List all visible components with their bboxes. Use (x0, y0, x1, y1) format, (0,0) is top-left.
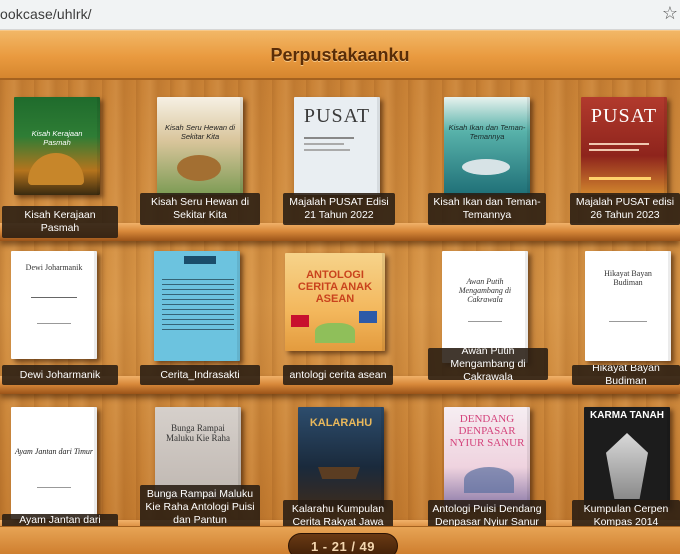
book-cover[interactable]: KARMA TANAH (584, 407, 670, 507)
book-cover-title: Kisah Kerajaan Pasmah (31, 129, 83, 147)
book-caption[interactable]: Hikayat Bayan Budiman (572, 365, 680, 385)
book-caption[interactable]: Bunga Rampai Maluku Kie Raha Antologi Pu… (140, 485, 260, 528)
book-item[interactable]: PUSAT (581, 97, 667, 195)
url-text[interactable]: ookcase/uhlrk/ (0, 6, 92, 22)
book-cover-title: PUSAT (303, 105, 371, 127)
book-caption[interactable]: Antologi Puisi Dendang Denpasar Nyiur Sa… (428, 500, 546, 528)
book-item[interactable] (154, 251, 240, 361)
book-item[interactable]: KARMA TANAH (584, 407, 670, 507)
book-cover-title: KARMA TANAH (590, 410, 664, 421)
book-cover[interactable]: PUSAT (294, 97, 380, 195)
book-cover-title: Kisah Seru Hewan di Sekitar Kita (164, 123, 236, 141)
book-cover[interactable]: ANTOLOGI CERITA ANAK ASEAN (285, 253, 385, 351)
book-item[interactable]: Kisah Kerajaan Pasmah (14, 97, 100, 195)
book-item[interactable]: DENDANG DENPASAR NYIUR SANUR (444, 407, 530, 507)
bookmark-star-icon[interactable]: ☆ (662, 3, 678, 23)
book-cover[interactable]: Hikayat Bayan Budiman (585, 251, 671, 361)
book-item[interactable]: Ayam Jantan dari Timur (11, 407, 97, 519)
book-cover[interactable]: DENDANG DENPASAR NYIUR SANUR (444, 407, 530, 507)
book-cover-title: DENDANG DENPASAR NYIUR SANUR (449, 413, 525, 449)
footer-bar: 1 - 21 / 49 (0, 526, 680, 554)
shelf-row-1: Kisah Kerajaan Pasmah Kisah Kerajaan Pas… (0, 80, 680, 241)
shelf-row-3: Ayam Jantan dari Timur Ayam Jantan dari … (0, 390, 680, 545)
book-cover-title: ANTOLOGI CERITA ANAK ASEAN (297, 269, 373, 305)
book-caption[interactable]: antologi cerita asean (283, 365, 393, 385)
book-cover-title: Awan Putih Mengambang di Cakrawala (458, 277, 512, 304)
browser-address-bar[interactable]: ookcase/uhlrk/ ☆ (0, 0, 680, 30)
book-caption[interactable]: Majalah PUSAT Edisi 21 Tahun 2022 (283, 193, 395, 225)
pagination-label: 1 - 21 / 49 (310, 539, 376, 554)
book-cover[interactable] (154, 251, 240, 361)
book-cover[interactable]: Awan Putih Mengambang di Cakrawala (442, 251, 528, 363)
book-cover[interactable]: Kisah Seru Hewan di Sekitar Kita (157, 97, 243, 195)
book-cover[interactable]: Kisah Ikan dan Teman-Temannya (444, 97, 530, 195)
book-caption[interactable]: Majalah PUSAT edisi 26 Tahun 2023 (570, 193, 680, 225)
book-item[interactable]: PUSAT (294, 97, 380, 195)
book-cover[interactable]: PUSAT (581, 97, 667, 195)
book-cover-title: PUSAT (590, 105, 658, 127)
book-caption[interactable]: Dewi Joharmanik (2, 365, 118, 385)
book-caption[interactable]: Kisah Ikan dan Teman-Temannya (428, 193, 546, 225)
book-caption[interactable]: Cerita_Indrasakti (140, 365, 260, 385)
page-title: Perpustakaanku (270, 45, 410, 65)
book-cover[interactable]: Dewi Joharmanik (11, 251, 97, 359)
book-cover-title: Ayam Jantan dari Timur (15, 447, 94, 456)
book-caption[interactable]: Kisah Kerajaan Pasmah (2, 206, 118, 238)
book-cover[interactable]: Kisah Kerajaan Pasmah (14, 97, 100, 195)
book-caption[interactable]: Kalarahu Kumpulan Cerita Rakyat Jawa (283, 500, 393, 528)
book-caption[interactable]: Kisah Seru Hewan di Sekitar Kita (140, 193, 260, 225)
book-cover-title: Kisah Ikan dan Teman-Temannya (448, 123, 526, 141)
book-cover-title: Bunga Rampai Maluku Kie Raha (166, 423, 230, 443)
bookshelf: Kisah Kerajaan Pasmah Kisah Kerajaan Pas… (0, 80, 680, 538)
book-item[interactable]: Kisah Seru Hewan di Sekitar Kita (157, 97, 243, 195)
book-caption[interactable]: Awan Putih Mengambang di Cakrawala (428, 348, 548, 380)
book-cover[interactable]: Ayam Jantan dari Timur (11, 407, 97, 519)
book-item[interactable]: Kisah Ikan dan Teman-Temannya (444, 97, 530, 195)
app-header: Perpustakaanku (0, 30, 680, 80)
book-item[interactable]: Hikayat Bayan Budiman (585, 251, 671, 361)
book-cover-title: KALARAHU (309, 417, 373, 429)
book-cover[interactable]: KALARAHU (298, 407, 384, 507)
book-item[interactable]: Dewi Joharmanik (11, 251, 97, 359)
pagination[interactable]: 1 - 21 / 49 (288, 533, 398, 554)
shelf-row-2: Dewi Joharmanik Dewi Joharmanik Cerita_I… (0, 235, 680, 394)
book-cover-title: Hikayat Bayan Budiman (604, 269, 652, 287)
book-item[interactable]: Awan Putih Mengambang di Cakrawala (442, 251, 528, 363)
book-item[interactable]: KALARAHU (298, 407, 384, 507)
book-item[interactable]: ANTOLOGI CERITA ANAK ASEAN (285, 253, 385, 351)
book-caption[interactable]: Kumpulan Cerpen Kompas 2014 (572, 500, 680, 528)
book-cover-title: Dewi Joharmanik (25, 263, 83, 272)
